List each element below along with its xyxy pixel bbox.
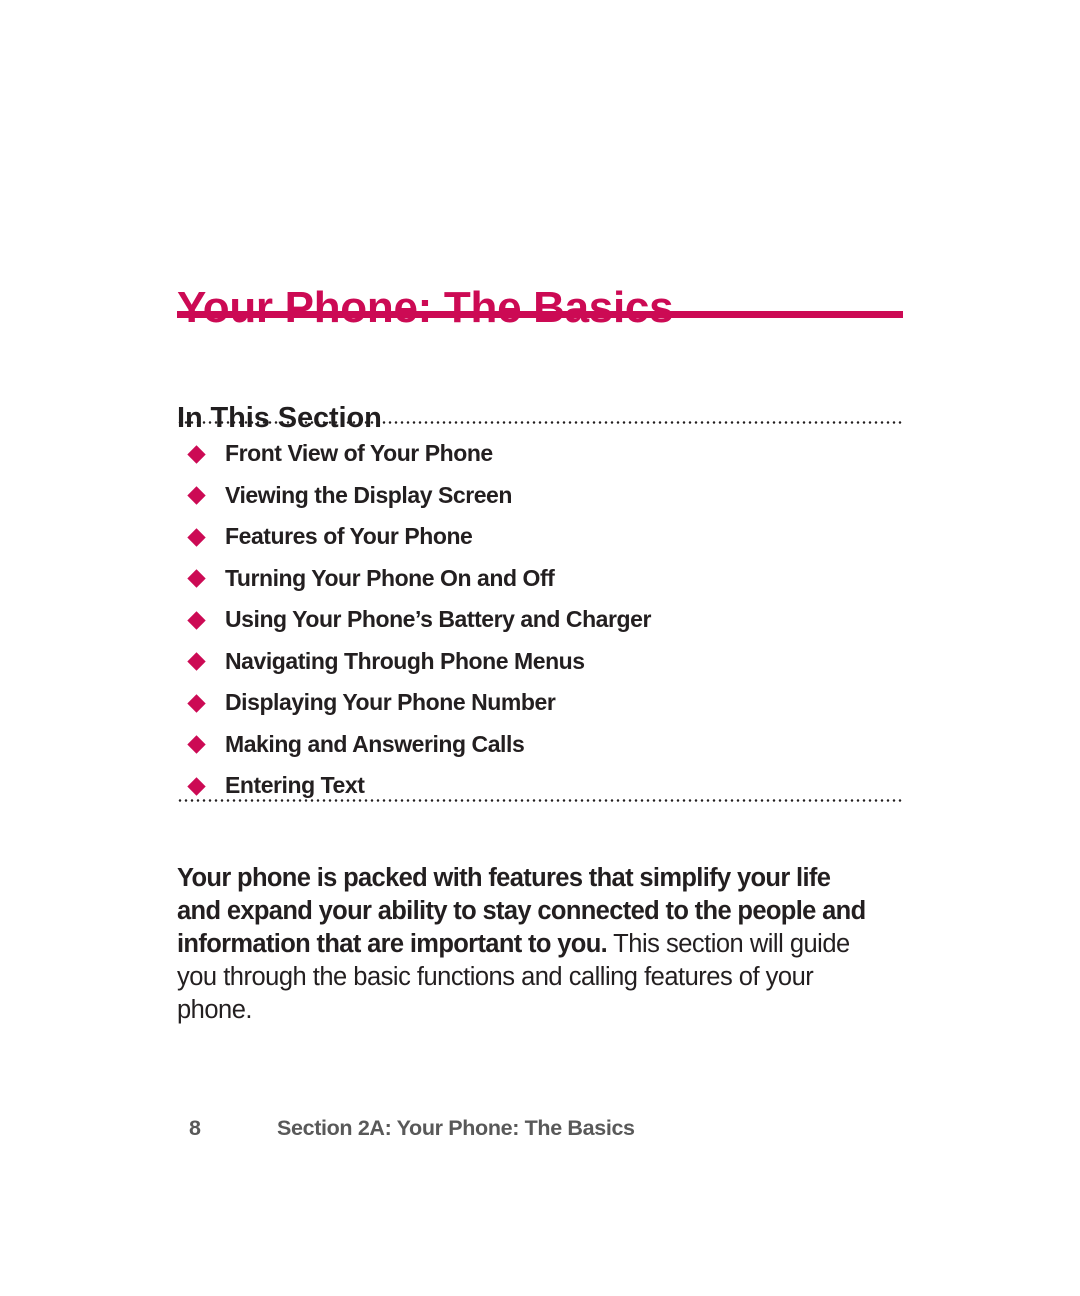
- list-item[interactable]: Displaying Your Phone Number: [177, 682, 903, 724]
- intro-paragraph: Your phone is packed with features that …: [177, 862, 877, 1027]
- list-item-label: Navigating Through Phone Menus: [225, 647, 585, 674]
- list-item-label: Entering Text: [225, 772, 365, 798]
- dotted-divider-top: [177, 421, 903, 424]
- title-underline-rule: [177, 311, 903, 318]
- list-item-label: Features of Your Phone: [225, 523, 473, 549]
- diamond-bullet-icon: [187, 777, 206, 796]
- list-item-label: Making and Answering Calls: [225, 730, 525, 757]
- diamond-bullet-icon: [187, 652, 206, 671]
- diamond-bullet-icon: [187, 611, 206, 630]
- diamond-bullet-icon: [187, 445, 206, 464]
- page-number: 8: [189, 1116, 201, 1140]
- diamond-bullet-icon: [187, 694, 206, 713]
- diamond-bullet-icon: [187, 486, 206, 505]
- list-item[interactable]: Front View of Your Phone: [177, 433, 903, 475]
- section-contents-list: Front View of Your Phone Viewing the Dis…: [177, 433, 903, 807]
- list-item-label: Using Your Phone’s Battery and Charger: [225, 606, 651, 632]
- manual-page: Your Phone: The Basics In This Section F…: [0, 0, 1080, 1296]
- diamond-bullet-icon: [187, 569, 206, 588]
- page-footer: 8 Section 2A: Your Phone: The Basics: [177, 1112, 903, 1144]
- list-item[interactable]: Viewing the Display Screen: [177, 475, 903, 517]
- list-item[interactable]: Turning Your Phone On and Off: [177, 558, 903, 600]
- diamond-bullet-icon: [187, 735, 206, 754]
- list-item[interactable]: Making and Answering Calls: [177, 724, 903, 766]
- list-item[interactable]: Using Your Phone’s Battery and Charger: [177, 599, 903, 641]
- list-item-label: Front View of Your Phone: [225, 440, 493, 466]
- list-item-label: Viewing the Display Screen: [225, 481, 512, 508]
- diamond-bullet-icon: [187, 528, 206, 547]
- list-item[interactable]: Features of Your Phone: [177, 516, 903, 558]
- in-this-section-heading: In This Section: [177, 402, 382, 435]
- dotted-divider-bottom: [177, 799, 903, 802]
- list-item[interactable]: Navigating Through Phone Menus: [177, 641, 903, 683]
- list-item-label: Turning Your Phone On and Off: [225, 564, 555, 591]
- footer-section-caption: Section 2A: Your Phone: The Basics: [277, 1116, 635, 1140]
- list-item-label: Displaying Your Phone Number: [225, 689, 556, 715]
- page-title: Your Phone: The Basics: [177, 283, 674, 333]
